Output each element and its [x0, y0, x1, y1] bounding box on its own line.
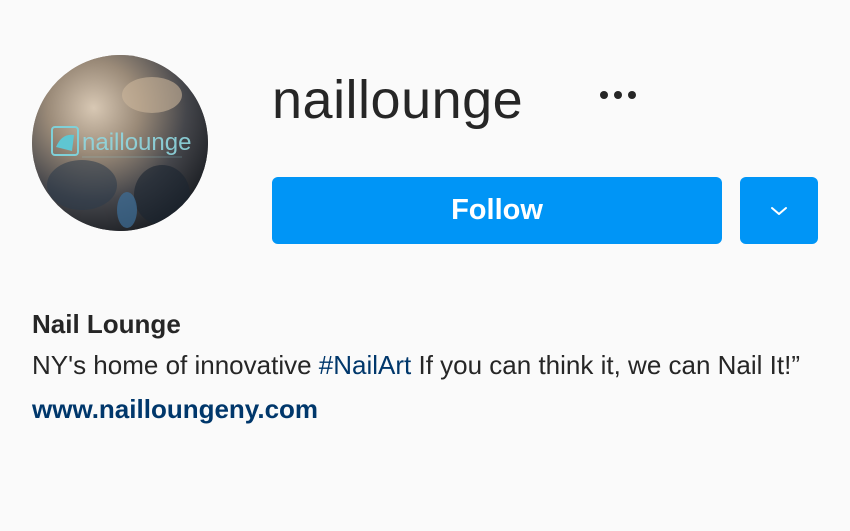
- hashtag-link[interactable]: #NailArt: [319, 350, 411, 380]
- chevron-down-icon: [771, 206, 787, 215]
- profile-header: naillounge naillounge Follow Nail Lounge…: [0, 0, 850, 531]
- svg-text:naillounge: naillounge: [82, 129, 191, 156]
- profile-bio: Nail Lounge NY's home of innovative #Nai…: [32, 305, 832, 429]
- bio-text: NY's home of innovative #NailArt If you …: [32, 343, 832, 387]
- follow-button[interactable]: Follow: [272, 177, 722, 244]
- dot: [614, 91, 622, 99]
- dot: [600, 91, 608, 99]
- bio-text-start: NY's home of innovative: [32, 350, 319, 380]
- suggested-accounts-dropdown-button[interactable]: [740, 177, 818, 244]
- bio-text-end: If you can think it, we can Nail It!”: [411, 350, 800, 380]
- nail-lounge-logo-avatar-icon: naillounge: [32, 55, 208, 231]
- profile-username: naillounge: [272, 70, 524, 130]
- dot: [628, 91, 636, 99]
- more-options-icon[interactable]: [592, 78, 644, 112]
- profile-full-name: Nail Lounge: [32, 309, 181, 339]
- website-link[interactable]: www.nailloungeny.com: [32, 389, 832, 429]
- profile-avatar[interactable]: naillounge: [32, 55, 208, 231]
